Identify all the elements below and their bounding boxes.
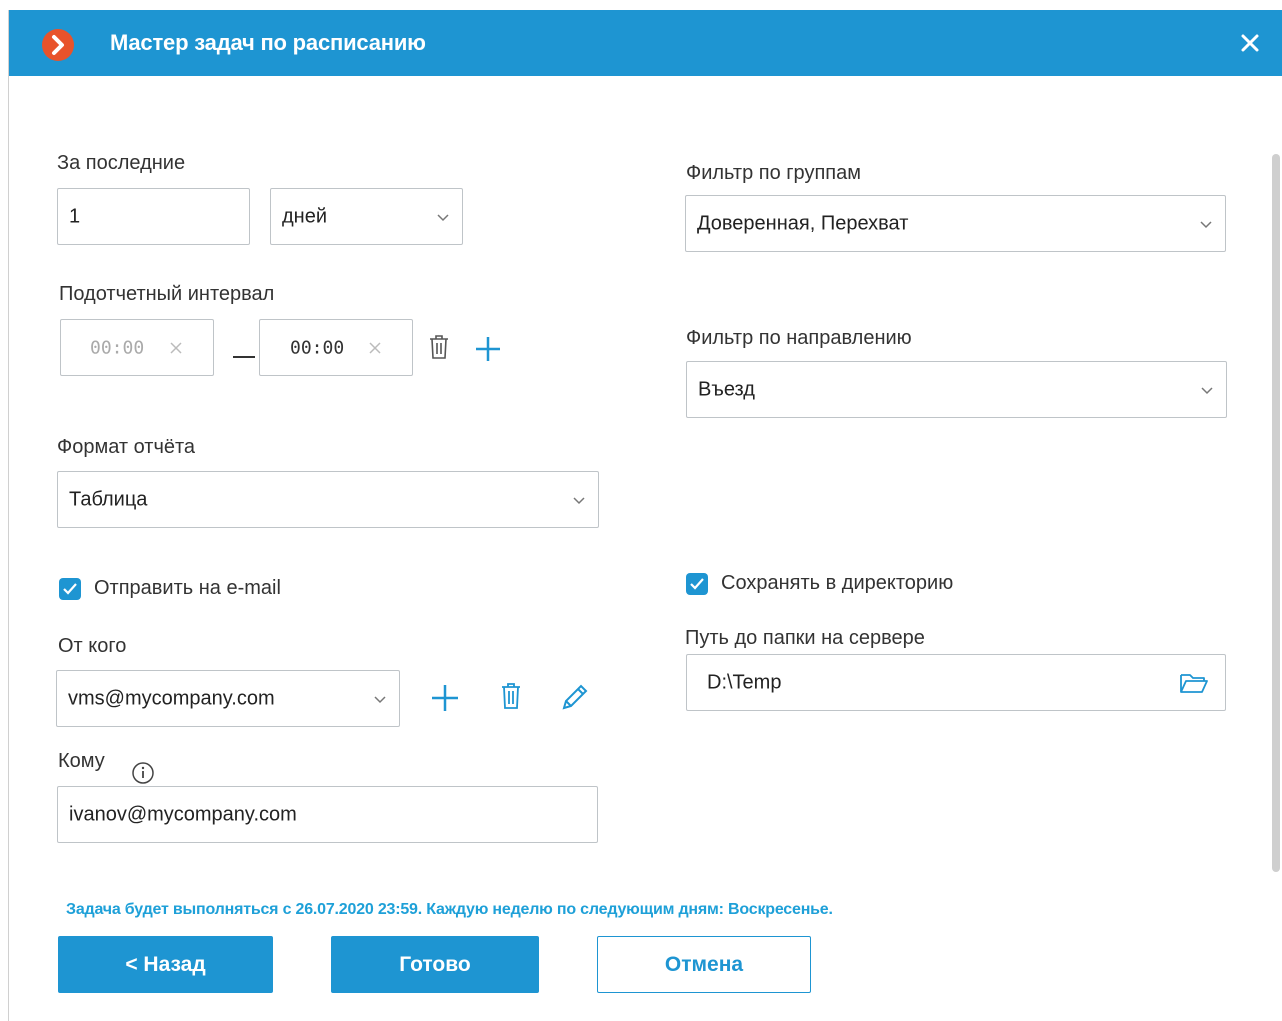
folder-open-icon[interactable] xyxy=(1179,671,1209,695)
period-unit-select[interactable]: дней xyxy=(270,188,463,245)
server-path-input[interactable]: D:\Temp xyxy=(686,654,1226,711)
from-select[interactable]: vms@mycompany.com xyxy=(56,670,400,727)
done-button[interactable]: Готово xyxy=(331,936,539,993)
close-icon[interactable] xyxy=(1235,28,1265,58)
interval-dash xyxy=(233,356,255,358)
to-input[interactable]: ivanov@mycompany.com xyxy=(57,786,598,843)
last-period-value: 1 xyxy=(69,205,81,227)
scheduled-task-wizard-dialog: Мастер задач по расписанию За последние … xyxy=(8,10,1282,1021)
send-email-label: Отправить на e-mail xyxy=(94,577,281,599)
period-unit-value: дней xyxy=(282,205,328,227)
chevron-down-icon xyxy=(437,213,449,221)
direction-filter-label: Фильтр по направлению xyxy=(686,327,912,349)
from-label: От кого xyxy=(58,635,127,657)
title-bar: Мастер задач по расписанию xyxy=(9,10,1282,76)
chevron-down-icon xyxy=(573,496,585,504)
clear-from-icon[interactable] xyxy=(169,341,183,355)
clear-to-icon[interactable] xyxy=(368,341,382,355)
save-to-directory-label: Сохранять в директорию xyxy=(721,572,954,594)
group-filter-value: Доверенная, Перехват xyxy=(697,212,909,234)
interval-from-input[interactable]: 00:00 xyxy=(60,319,214,376)
vertical-scrollbar[interactable] xyxy=(1272,154,1280,872)
last-period-label: За последние xyxy=(57,152,186,174)
delete-interval-trash-icon[interactable] xyxy=(427,333,451,366)
interval-to-input[interactable]: 00:00 xyxy=(259,319,413,376)
add-sender-plus-icon[interactable] xyxy=(429,682,461,719)
schedule-summary-text: Задача будет выполняться с 26.07.2020 23… xyxy=(66,901,833,918)
server-path-label: Путь до папки на сервере xyxy=(685,627,925,649)
from-value: vms@mycompany.com xyxy=(68,687,275,709)
chevron-down-icon xyxy=(1201,386,1213,394)
edit-sender-pencil-icon[interactable] xyxy=(559,681,591,718)
back-button[interactable]: < Назад xyxy=(58,936,273,993)
cancel-button[interactable]: Отмена xyxy=(597,936,811,993)
chevron-down-icon xyxy=(374,695,386,703)
delete-sender-trash-icon[interactable] xyxy=(499,681,523,716)
format-select[interactable]: Таблица xyxy=(57,471,599,528)
group-filter-label: Фильтр по группам xyxy=(686,162,861,184)
format-value: Таблица xyxy=(69,488,148,510)
group-filter-select[interactable]: Доверенная, Перехват xyxy=(685,195,1226,252)
info-icon[interactable] xyxy=(131,761,155,785)
dialog-title: Мастер задач по расписанию xyxy=(110,30,426,55)
save-to-directory-checkbox[interactable] xyxy=(686,573,708,595)
server-path-value: D:\Temp xyxy=(707,671,782,693)
to-value: ivanov@mycompany.com xyxy=(69,803,297,825)
app-logo-icon xyxy=(42,29,74,61)
send-email-checkbox[interactable] xyxy=(59,578,81,600)
interval-from-value: 00:00 xyxy=(90,337,145,358)
add-interval-plus-icon[interactable] xyxy=(473,334,503,369)
direction-filter-select[interactable]: Въезд xyxy=(686,361,1227,418)
interval-label: Подотчетный интервал xyxy=(59,283,275,305)
interval-to-value: 00:00 xyxy=(290,337,345,358)
format-label: Формат отчёта xyxy=(57,436,196,458)
direction-filter-value: Въезд xyxy=(698,378,755,400)
last-period-input[interactable]: 1 xyxy=(57,188,250,245)
chevron-down-icon xyxy=(1200,220,1212,228)
to-label: Кому xyxy=(58,750,105,772)
